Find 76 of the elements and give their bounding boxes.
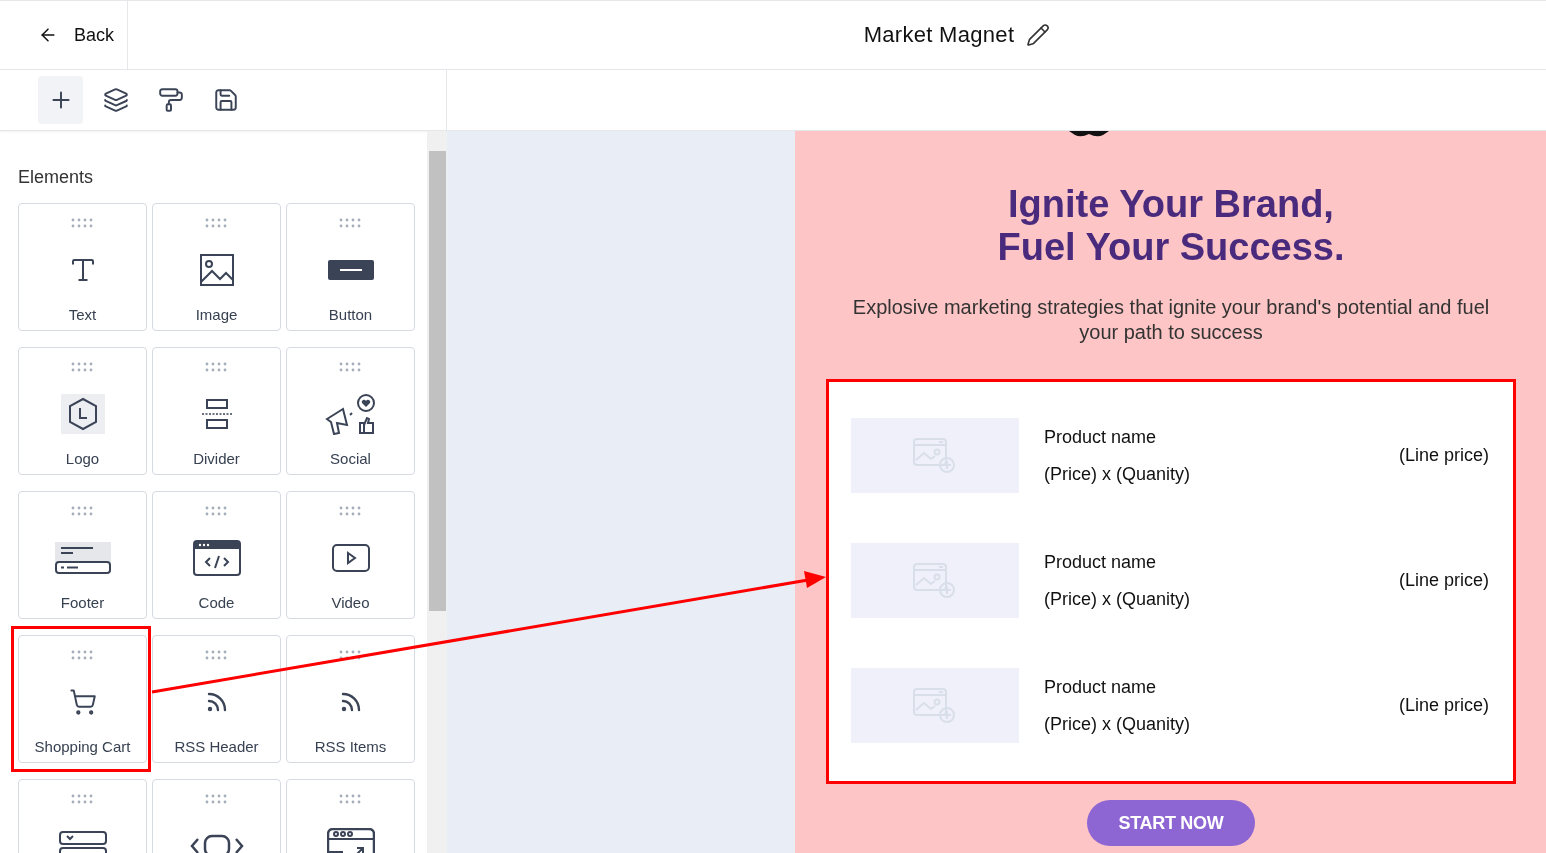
element-card[interactable]: Video (286, 491, 415, 619)
product-name: Product name (1044, 676, 1158, 698)
element-label: Footer (60, 594, 105, 611)
drag-handle-icon[interactable] (338, 362, 363, 372)
button-icon (327, 260, 374, 280)
video-icon (331, 544, 370, 572)
drag-handle-icon[interactable] (338, 794, 363, 804)
element-card[interactable]: Shopping Cart (18, 635, 147, 763)
element-label: Divider (193, 450, 240, 467)
toolbar-button[interactable] (38, 76, 83, 124)
pencil-icon (1026, 23, 1051, 47)
element-card[interactable]: Logo (18, 347, 147, 475)
drag-handle-icon[interactable] (70, 794, 95, 804)
drag-handle-icon[interactable] (70, 650, 95, 660)
element-card[interactable]: Code (152, 491, 281, 619)
element-label: Social (330, 450, 371, 467)
element-label: Button (328, 306, 373, 323)
browser-icon (326, 828, 375, 853)
drag-handle-icon[interactable] (204, 650, 229, 660)
line-price: (Line price) (1398, 695, 1489, 716)
drag-handle-icon[interactable] (204, 506, 229, 516)
image-icon (199, 254, 234, 286)
price-quantity: (Price) x (Quanity) (1044, 713, 1192, 735)
product-name: Product name (1044, 426, 1158, 448)
drag-handle-icon[interactable] (204, 794, 229, 804)
element-card[interactable]: Image (152, 203, 281, 331)
element-label: RSS Items (314, 738, 387, 755)
footer-icon (54, 542, 111, 574)
element-card[interactable]: RSS Header (152, 635, 281, 763)
shopping-cart-block[interactable]: Product name (Price) x (Quanity) (Line price) Product name (Price) x (Quanity) (Line price) Product name (Price) x (Quanity) (Line price) (826, 379, 1516, 784)
price-quantity: (Price) x (Quanity) (1044, 463, 1192, 485)
shopping-cart-icon (68, 688, 97, 716)
element-card[interactable]: RSS Items (286, 635, 415, 763)
drag-handle-icon[interactable] (204, 362, 229, 372)
element-label: Text (68, 306, 97, 323)
element-card[interactable]: Social (286, 347, 415, 475)
save-icon (212, 87, 239, 113)
element-label: Video (331, 594, 370, 611)
element-label: Image (195, 306, 238, 323)
element-card[interactable]: Text (18, 203, 147, 331)
drag-handle-icon[interactable] (338, 506, 363, 516)
drag-handle-icon[interactable] (338, 650, 363, 660)
price-quantity: (Price) x (Quanity) (1044, 588, 1192, 610)
code-window-icon (192, 540, 241, 576)
embed-icon (188, 833, 245, 853)
form-icon (58, 831, 107, 853)
element-card[interactable]: Divider (152, 347, 281, 475)
edit-title-button[interactable] (1026, 23, 1051, 47)
email-subtitle: Explosive marketing strategies that ignite your brand's potential and fuel your path to success (851, 295, 1491, 345)
drag-handle-icon[interactable] (70, 506, 95, 516)
scrollbar-thumb[interactable] (428, 151, 446, 611)
campaign-title: Market Magnet (863, 22, 1015, 48)
back-link[interactable]: Back (38, 24, 115, 46)
layers-icon (102, 87, 129, 113)
element-label: Logo (65, 450, 100, 467)
element-card[interactable]: Footer (18, 491, 147, 619)
logo-icon (60, 394, 105, 434)
drag-handle-icon[interactable] (204, 218, 229, 228)
email-heading: Ignite Your Brand, Fuel Your Success. (997, 183, 1345, 269)
start-now-button[interactable]: START NOW (1087, 800, 1255, 846)
panel-heading: Elements (18, 167, 95, 188)
drag-handle-icon[interactable] (70, 218, 95, 228)
element-label: Code (198, 594, 235, 611)
divider-icon (201, 399, 232, 429)
mascot-drawing (1069, 131, 1109, 137)
megaphone-icon (324, 393, 377, 435)
drag-handle-icon[interactable] (70, 362, 95, 372)
line-price: (Line price) (1398, 570, 1489, 591)
element-label: Shopping Cart (34, 738, 131, 755)
product-name: Product name (1044, 551, 1158, 573)
drag-handle-icon[interactable] (338, 218, 363, 228)
scrollbar-track[interactable] (427, 131, 447, 853)
line-price: (Line price) (1398, 445, 1489, 466)
element-label: RSS Header (174, 738, 259, 755)
element-card[interactable]: Button (286, 203, 415, 331)
paint-roller-icon (157, 87, 184, 113)
